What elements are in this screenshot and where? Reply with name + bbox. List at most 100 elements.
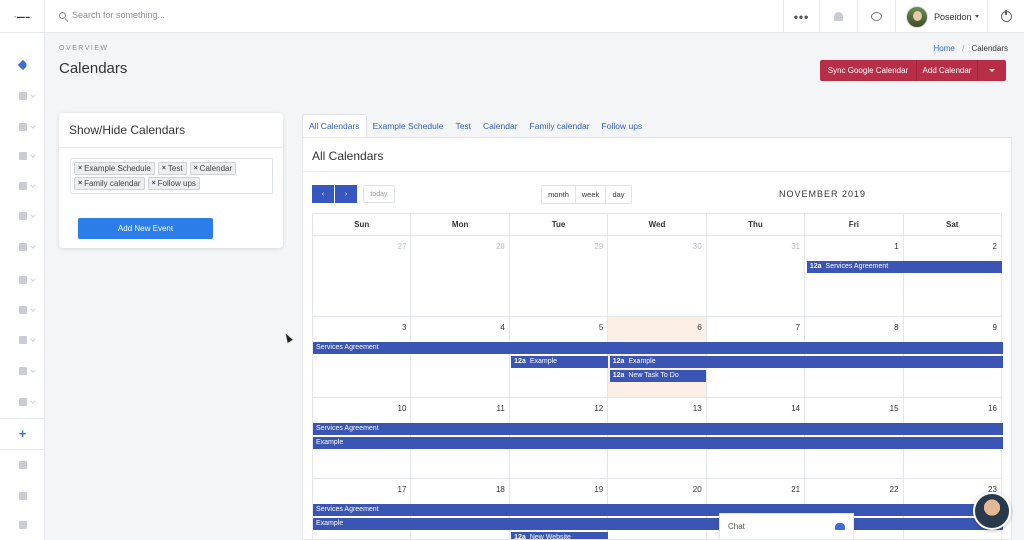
close-icon[interactable]: ×: [152, 179, 156, 189]
sidebar-item-list[interactable]: [0, 146, 45, 166]
breadcrumb-home-link[interactable]: Home: [933, 44, 954, 53]
day-number[interactable]: 4: [500, 323, 504, 332]
day-cell[interactable]: 1: [805, 236, 904, 316]
day-cell[interactable]: 27: [313, 236, 412, 316]
close-icon[interactable]: ×: [78, 179, 82, 189]
calendar-tag[interactable]: × Example Schedule: [74, 162, 155, 175]
close-icon[interactable]: ×: [78, 164, 82, 174]
app-logo[interactable]: ▪ ▬▬ ▬: [0, 0, 44, 33]
day-cell[interactable]: 31: [707, 236, 806, 316]
day-number[interactable]: 3: [402, 323, 406, 332]
calendar-event[interactable]: Example: [313, 437, 1003, 449]
day-number[interactable]: 2: [993, 242, 997, 251]
search-box[interactable]: [59, 10, 372, 20]
day-number[interactable]: 14: [791, 404, 800, 413]
sidebar-item-users[interactable]: [0, 117, 45, 137]
day-number[interactable]: 21: [791, 485, 800, 494]
sidebar-item-envelope[interactable]: [0, 237, 45, 257]
day-number[interactable]: 13: [693, 404, 702, 413]
chat-avatar[interactable]: [973, 492, 1011, 530]
next-month-button[interactable]: ›: [335, 185, 357, 203]
day-cell[interactable]: 3: [313, 317, 412, 397]
day-number[interactable]: 6: [697, 323, 701, 332]
calendar-event[interactable]: Services Agreement: [313, 342, 1003, 354]
tab-test[interactable]: Test: [449, 114, 477, 138]
add-new-event-button[interactable]: Add New Event: [78, 218, 213, 239]
day-cell[interactable]: 29: [510, 236, 609, 316]
sidebar-item-sitemap[interactable]: [0, 300, 45, 320]
day-number[interactable]: 20: [693, 485, 702, 494]
sidebar-item-user[interactable]: [0, 86, 45, 106]
day-cell[interactable]: 4: [411, 317, 510, 397]
notifications-button[interactable]: [819, 0, 857, 33]
sidebar-item-facebook[interactable]: [0, 455, 45, 475]
sidebar-item-file-alt[interactable]: [0, 392, 45, 412]
calendar-event[interactable]: 12a New Task To Do: [609, 370, 707, 382]
day-number[interactable]: 27: [398, 242, 407, 251]
calendar-tag[interactable]: × Calendar: [189, 162, 237, 175]
view-week-button[interactable]: week: [576, 186, 606, 203]
close-icon[interactable]: ×: [194, 164, 198, 174]
today-button[interactable]: today: [363, 185, 395, 203]
calendar-event[interactable]: 12a Example: [609, 356, 1003, 368]
day-number[interactable]: 30: [693, 242, 702, 251]
more-menu-button[interactable]: •••: [783, 0, 819, 33]
day-number[interactable]: 31: [791, 242, 800, 251]
day-number[interactable]: 10: [398, 404, 407, 413]
day-cell[interactable]: 30: [608, 236, 707, 316]
tab-example-schedule[interactable]: Example Schedule: [367, 114, 450, 138]
calendar-event[interactable]: 12a Services Agreement: [806, 261, 1002, 273]
day-number[interactable]: 29: [594, 242, 603, 251]
sidebar-item-clipboard[interactable]: [0, 270, 45, 290]
day-number[interactable]: 7: [796, 323, 800, 332]
sidebar-item-copy[interactable]: [0, 330, 45, 350]
user-menu[interactable]: Poseidon: [895, 0, 987, 33]
day-number[interactable]: 11: [497, 404, 505, 413]
calendar-tag[interactable]: × Family calendar: [74, 177, 145, 190]
calendar-event[interactable]: 12a New Website: [511, 532, 608, 539]
day-number[interactable]: 28: [496, 242, 505, 251]
calendar-event[interactable]: 12a Example: [511, 356, 608, 368]
day-number[interactable]: 17: [398, 485, 407, 494]
sidebar-item-check-square[interactable]: [0, 206, 45, 226]
tab-calendar[interactable]: Calendar: [477, 114, 524, 138]
messages-button[interactable]: [857, 0, 895, 33]
day-number[interactable]: 9: [993, 323, 997, 332]
sidebar-item-book[interactable]: [0, 515, 45, 535]
day-number[interactable]: 16: [988, 404, 997, 413]
calendar-tag[interactable]: × Test: [157, 162, 187, 175]
day-cell[interactable]: 28: [411, 236, 510, 316]
calendar-event[interactable]: Example: [313, 518, 1003, 530]
day-number[interactable]: 8: [894, 323, 898, 332]
sync-google-calendar-button[interactable]: Sync Google Calendar: [820, 60, 917, 81]
close-icon[interactable]: ×: [162, 164, 166, 174]
sidebar-item-file[interactable]: [0, 361, 45, 381]
sidebar-item-paper-plane[interactable]: [0, 55, 45, 75]
tab-family-calendar[interactable]: Family calendar: [524, 114, 596, 138]
calendar-event[interactable]: Services Agreement: [313, 504, 1003, 516]
logout-button[interactable]: [987, 0, 1024, 33]
sidebar-item-plus[interactable]: +: [0, 424, 45, 444]
day-number[interactable]: 1: [894, 242, 898, 251]
day-number[interactable]: 12: [594, 404, 603, 413]
add-calendar-button[interactable]: Add Calendar: [917, 60, 978, 81]
tab-all-calendars[interactable]: All Calendars: [302, 114, 367, 138]
day-number[interactable]: 18: [496, 485, 505, 494]
add-calendar-dropdown-button[interactable]: [978, 60, 1006, 81]
view-day-button[interactable]: day: [606, 186, 631, 203]
chat-widget[interactable]: Chat: [719, 513, 854, 540]
sidebar-item-bullhorn[interactable]: [0, 486, 45, 506]
calendar-filter-input[interactable]: × Example Schedule × Test × Calendar × Family c…: [70, 158, 273, 194]
day-number[interactable]: 15: [890, 404, 899, 413]
tab-follow-ups[interactable]: Follow ups: [596, 114, 649, 138]
calendar-tag[interactable]: × Follow ups: [147, 177, 200, 190]
day-number[interactable]: 19: [594, 485, 603, 494]
day-number[interactable]: 22: [890, 485, 899, 494]
day-number[interactable]: 5: [599, 323, 603, 332]
calendar-event[interactable]: Services Agreement: [313, 423, 1003, 435]
search-input[interactable]: [72, 10, 372, 20]
day-cell[interactable]: 2: [904, 236, 1002, 316]
sidebar-item-folder[interactable]: [0, 176, 45, 196]
prev-month-button[interactable]: ‹: [312, 185, 334, 203]
view-month-button[interactable]: month: [542, 186, 576, 203]
